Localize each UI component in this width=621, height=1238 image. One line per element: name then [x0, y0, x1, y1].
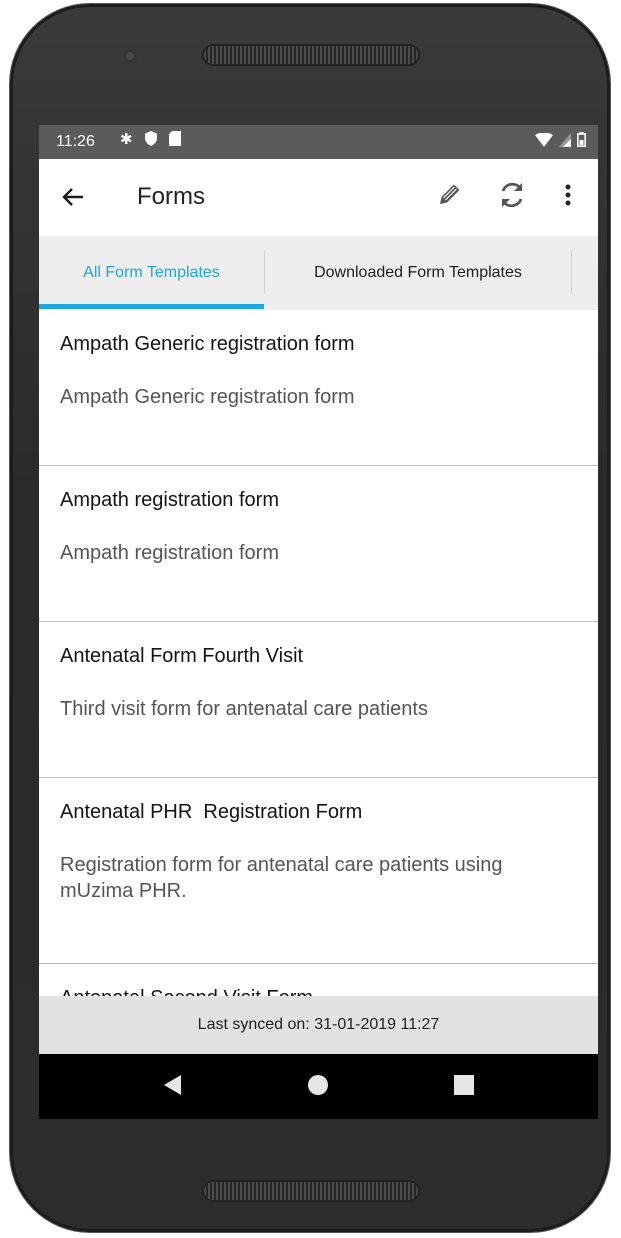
- square-recents-icon: [454, 1074, 474, 1100]
- list-item[interactable]: Ampath Generic registration form Ampath …: [39, 310, 598, 466]
- selected-tab-indicator: [39, 304, 264, 309]
- settings-icon: ✱: [120, 131, 133, 148]
- tab-bar: All Form Templates Downloaded Form Templ…: [39, 236, 598, 310]
- form-description: Ampath registration form: [60, 542, 279, 564]
- shield-icon: [144, 131, 157, 151]
- nav-recents-button[interactable]: [450, 1073, 478, 1101]
- last-synced-text: Last synced on: 31-01-2019 11:27: [197, 1016, 440, 1033]
- sync-button[interactable]: [494, 179, 530, 215]
- form-name: Ampath Generic registration form: [60, 333, 355, 355]
- form-name: Antenatal PHR Registration Form: [60, 801, 363, 823]
- signal-icon: [559, 132, 571, 152]
- triangle-back-icon: [163, 1074, 183, 1101]
- form-list[interactable]: Ampath Generic registration form Ampath …: [39, 310, 598, 996]
- device-screen: 11:26 ✱ Forms All Form Templates Downloa…: [39, 125, 598, 1119]
- form-name: Antenatal Second Visit Form: [60, 987, 313, 996]
- status-bar: 11:26 ✱: [39, 125, 598, 159]
- nav-home-button[interactable]: [304, 1073, 332, 1101]
- page-title: Forms: [137, 183, 205, 210]
- status-time: 11:26: [56, 133, 95, 150]
- form-description: Third visit form for antenatal care pati…: [60, 698, 428, 720]
- bottom-speaker: [202, 1180, 420, 1202]
- arrow-left-icon: [62, 180, 84, 214]
- circle-home-icon: [307, 1074, 329, 1101]
- edit-pencil-icon: [435, 181, 463, 214]
- nav-back-button[interactable]: [159, 1073, 187, 1101]
- tab-downloaded-form-templates[interactable]: Downloaded Form Templates: [267, 236, 569, 310]
- list-item[interactable]: Antenatal PHR Registration Form Registra…: [39, 778, 598, 964]
- app-bar: Forms: [39, 159, 598, 236]
- overflow-menu-button[interactable]: [550, 179, 586, 215]
- edit-button[interactable]: [431, 179, 467, 215]
- battery-icon: [577, 132, 587, 152]
- sd-card-icon: [168, 131, 181, 151]
- tab-all-form-templates[interactable]: All Form Templates: [39, 236, 264, 310]
- form-description: Registration form for antenatal care pat…: [60, 854, 503, 902]
- sync-icon: [497, 180, 527, 215]
- phone-frame: 11:26 ✱ Forms All Form Templates Downloa…: [10, 4, 610, 1232]
- form-name: Ampath registration form: [60, 489, 279, 511]
- last-synced-footer: Last synced on: 31-01-2019 11:27: [39, 996, 598, 1054]
- list-item[interactable]: Antenatal Second Visit Form: [39, 964, 598, 996]
- system-navigation-bar: [39, 1054, 598, 1119]
- form-name: Antenatal Form Fourth Visit: [60, 645, 304, 667]
- form-description: Ampath Generic registration form: [60, 386, 355, 408]
- list-item[interactable]: Antenatal Form Fourth Visit Third visit …: [39, 622, 598, 778]
- status-system-icons: [535, 132, 587, 152]
- more-vert-icon: [565, 184, 571, 211]
- front-camera: [123, 49, 137, 63]
- status-notification-icons: ✱: [120, 131, 181, 151]
- wifi-icon: [535, 132, 553, 152]
- back-button[interactable]: [55, 179, 91, 215]
- list-item[interactable]: Ampath registration form Ampath registra…: [39, 466, 598, 622]
- tab-divider: [571, 250, 572, 294]
- tab-divider: [264, 250, 265, 294]
- earpiece-speaker: [202, 44, 420, 66]
